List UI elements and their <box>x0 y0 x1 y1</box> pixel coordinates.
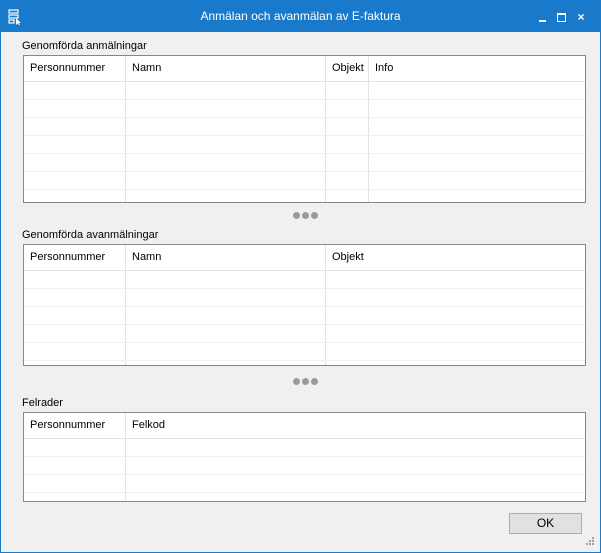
table-row[interactable] <box>24 190 585 202</box>
table-row[interactable] <box>24 100 585 118</box>
column-header-personnummer[interactable]: Personnummer <box>24 56 126 81</box>
splitter-2[interactable] <box>293 378 319 386</box>
column-header-personnummer[interactable]: Personnummer <box>24 245 126 270</box>
table-row[interactable] <box>24 289 585 307</box>
maximize-button[interactable] <box>554 10 570 24</box>
deregistrations-label: Genomförda avanmälningar <box>22 229 159 241</box>
errors-rows <box>24 439 585 501</box>
table-row[interactable] <box>24 154 585 172</box>
maximize-icon <box>557 13 566 22</box>
registrations-rows <box>24 82 585 202</box>
table-row[interactable] <box>24 343 585 361</box>
table-row[interactable] <box>24 172 585 190</box>
table-row[interactable] <box>24 271 585 289</box>
column-header-felkod[interactable]: Felkod <box>126 413 585 438</box>
column-header-namn[interactable]: Namn <box>126 56 326 81</box>
registrations-grid[interactable]: Personnummer Namn Objekt Info <box>23 55 586 203</box>
deregistrations-grid[interactable]: Personnummer Namn Objekt <box>23 244 586 366</box>
title-bar[interactable]: Anmälan och avanmälan av E-faktura × <box>1 1 600 32</box>
deregistrations-header: Personnummer Namn Objekt <box>24 245 585 271</box>
close-button[interactable]: × <box>573 10 589 24</box>
table-row[interactable] <box>24 325 585 343</box>
table-row[interactable] <box>24 118 585 136</box>
window-title: Anmälan och avanmälan av E-faktura <box>200 9 401 23</box>
errors-header: Personnummer Felkod <box>24 413 585 439</box>
deregistrations-rows <box>24 271 585 365</box>
errors-grid[interactable]: Personnummer Felkod <box>23 412 586 502</box>
resize-grip-icon[interactable] <box>585 536 595 546</box>
errors-label: Felrader <box>22 397 63 409</box>
registrations-header: Personnummer Namn Objekt Info <box>24 56 585 82</box>
table-row[interactable] <box>24 475 585 493</box>
table-row[interactable] <box>24 307 585 325</box>
column-header-personnummer[interactable]: Personnummer <box>24 413 126 438</box>
ok-button[interactable]: OK <box>509 513 582 534</box>
column-header-objekt[interactable]: Objekt <box>326 245 585 270</box>
table-row[interactable] <box>24 457 585 475</box>
column-header-objekt[interactable]: Objekt <box>326 56 369 81</box>
table-row[interactable] <box>24 493 585 501</box>
close-icon: × <box>577 10 585 24</box>
minimize-button[interactable] <box>535 10 551 24</box>
splitter-1[interactable] <box>293 212 319 220</box>
main-window: Anmälan och avanmälan av E-faktura × Gen… <box>0 0 601 553</box>
column-header-info[interactable]: Info <box>369 56 585 81</box>
table-row[interactable] <box>24 439 585 457</box>
minimize-icon <box>539 20 546 22</box>
table-row[interactable] <box>24 82 585 100</box>
column-header-namn[interactable]: Namn <box>126 245 326 270</box>
table-row[interactable] <box>24 136 585 154</box>
registrations-label: Genomförda anmälningar <box>22 40 147 52</box>
